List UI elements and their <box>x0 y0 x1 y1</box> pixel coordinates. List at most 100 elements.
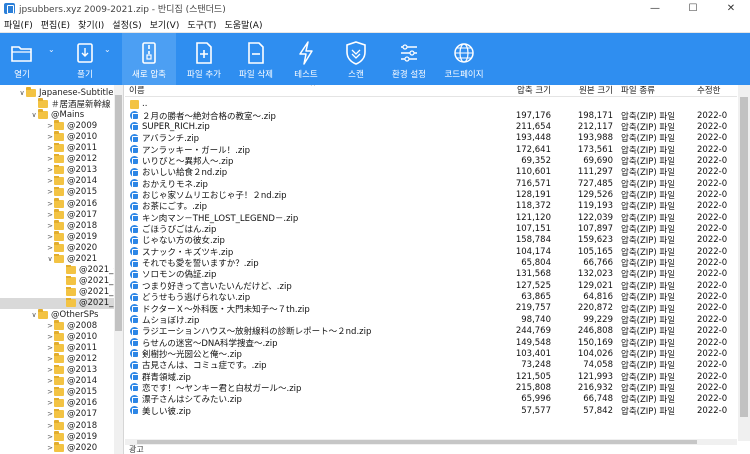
table-row[interactable]: SUPER_RICH.zip 211,654 212,117 압축(ZIP) 파일 20… <box>125 121 737 133</box>
chevron-right-icon[interactable]: > <box>46 188 54 196</box>
menu-help[interactable]: 도움말(A) <box>220 18 266 31</box>
tree-item[interactable]: ∨ @Mains <box>0 109 114 120</box>
table-row[interactable]: おかえりモネ.zip 716,571 727,485 압축(ZIP) 파일 2022-0 <box>125 178 737 190</box>
maximize-button[interactable]: ☐ <box>674 0 712 17</box>
minimize-button[interactable]: — <box>636 0 674 17</box>
add-file-button[interactable]: 파일 추가 <box>178 33 230 85</box>
settings-button[interactable]: 환경 설정 <box>382 33 436 85</box>
chevron-right-icon[interactable]: > <box>46 322 54 330</box>
menu-settings[interactable]: 설정(S) <box>108 18 145 31</box>
table-row[interactable]: じゃない方の彼女.zip 158,784 159,623 압축(ZIP) 파일 2022… <box>125 235 737 246</box>
tree-item[interactable]: > @2013 <box>0 164 114 176</box>
tree-item[interactable]: ∨ @2021 <box>0 253 114 265</box>
chevron-right-icon[interactable]: > <box>46 200 54 208</box>
menu-file[interactable]: 파일(F) <box>0 18 37 31</box>
table-row[interactable]: お茶にごす。.zip 118,372 119,193 압축(ZIP) 파일 2022-0 <box>125 201 737 212</box>
tree-item[interactable]: > @2018 <box>0 220 114 231</box>
table-row[interactable]: つまり好きって言いたいんだけど、.zip 127,525 129,021 압축(ZIP… <box>125 280 737 292</box>
tree-item[interactable]: > @2016 <box>0 397 114 409</box>
chevron-right-icon[interactable]: > <box>46 377 54 385</box>
tree-item[interactable]: > @2019 <box>0 231 114 242</box>
column-compressed-header[interactable]: 압축 크기 <box>505 85 551 97</box>
chevron-right-icon[interactable]: > <box>46 366 54 374</box>
table-row[interactable]: ソロモンの偽証.zip 131,568 132,023 압축(ZIP) 파일 2022-… <box>125 269 737 280</box>
chevron-right-icon[interactable]: > <box>46 211 54 219</box>
close-button[interactable]: ✕ <box>712 0 750 17</box>
tree-item[interactable]: > @2014 <box>0 175 114 187</box>
chevron-down-icon[interactable]: ∨ <box>30 311 38 319</box>
tree-item[interactable]: > @2020 <box>0 442 114 453</box>
tree-item[interactable]: @2021_07-0 <box>0 286 114 298</box>
chevron-down-icon[interactable]: ∨ <box>18 89 26 97</box>
chevron-right-icon[interactable]: > <box>46 233 54 241</box>
table-row[interactable]: 古見さんは、コミュ症です。.zip 73,248 74,058 압축(ZIP) 파일 2… <box>125 360 737 371</box>
delete-file-button[interactable]: 파일 삭제 <box>230 33 282 85</box>
table-row[interactable]: ラジエーションハウス～放射線科の診断レポート～２nd.zip 244,769 246… <box>125 326 737 337</box>
tree-item[interactable]: > @2020 <box>0 242 114 253</box>
menu-view[interactable]: 보기(V) <box>146 18 184 31</box>
chevron-down-icon[interactable]: ∨ <box>30 111 38 119</box>
table-row[interactable]: アンラッキー・ガール！.zip 172,641 173,561 압축(ZIP) 파일 2… <box>125 144 737 156</box>
chevron-right-icon[interactable]: > <box>46 333 54 341</box>
tree-item[interactable]: ∨ @OtherSPs <box>0 309 114 320</box>
table-row[interactable]: 群青領域.zip 121,505 121,993 압축(ZIP) 파일 2022-0 <box>125 371 737 383</box>
menu-find[interactable]: 찾기(I) <box>74 18 108 31</box>
tree-scrollbar-thumb[interactable] <box>115 95 122 331</box>
table-row[interactable]: キン肉マン－THE_LOST_LEGEND－.zip 121,120 122,039… <box>125 212 737 224</box>
table-row[interactable]: いりびと～異邦人～.zip 69,352 69,690 압축(ZIP) 파일 2022-… <box>125 155 737 167</box>
tree-item[interactable]: > @2017 <box>0 408 114 420</box>
open-button[interactable]: 열기 <box>0 33 44 85</box>
table-row[interactable]: ２月の勝者～絶対合格の教室～.zip 197,176 198,171 압축(ZIP) … <box>125 110 737 122</box>
new-archive-button[interactable]: 새로 압축 <box>122 33 176 85</box>
column-modified-header[interactable]: 수정한 <box>689 85 737 97</box>
chevron-right-icon[interactable]: > <box>46 155 54 163</box>
table-row[interactable]: それでも愛を誓いますか？.zip 65,804 66,766 압축(ZIP) 파일 20… <box>125 257 737 269</box>
chevron-right-icon[interactable]: > <box>46 388 54 396</box>
tree-item[interactable]: > @2010 <box>0 131 114 142</box>
tree-item[interactable]: ∨ Japanese-Subtitles <box>0 87 114 98</box>
tree-item[interactable]: > @2012 <box>0 353 114 364</box>
chevron-right-icon[interactable]: > <box>46 222 54 230</box>
tree-item[interactable]: @2021_10- <box>0 297 114 309</box>
table-row[interactable]: 恋です！～ヤンキー君と白杖ガール～.zip 215,808 216,932 압축(ZI… <box>125 382 737 394</box>
chevron-right-icon[interactable]: > <box>46 122 54 130</box>
list-vertical-scrollbar-thumb[interactable] <box>740 97 748 417</box>
menu-edit[interactable]: 편집(E) <box>37 18 74 31</box>
table-row[interactable]: 剣樹抄～光圀公と俺～.zip 103,401 104,026 압축(ZIP) 파일 20… <box>125 348 737 360</box>
chevron-down-icon[interactable]: ∨ <box>46 255 54 263</box>
chevron-right-icon[interactable]: > <box>46 433 54 441</box>
list-vertical-scrollbar[interactable] <box>738 85 750 441</box>
scan-button[interactable]: 스캔 <box>330 33 382 85</box>
tree-item[interactable]: > @2015 <box>0 386 114 398</box>
tree-item[interactable]: > @2016 <box>0 198 114 209</box>
chevron-right-icon[interactable]: > <box>46 410 54 418</box>
column-type-header[interactable]: 파일 종류 <box>613 85 689 97</box>
table-row[interactable]: おじゃ家ソムリエおじゃ子！２nd.zip 128,191 129,526 압축(ZIP… <box>125 189 737 201</box>
chevron-right-icon[interactable]: > <box>46 399 54 407</box>
tree-scrollbar[interactable] <box>114 85 123 454</box>
chevron-right-icon[interactable]: > <box>46 166 54 174</box>
tree-item[interactable]: > @2008 <box>0 320 114 331</box>
chevron-right-icon[interactable]: > <box>46 177 54 185</box>
chevron-right-icon[interactable]: > <box>46 444 54 452</box>
tree-item[interactable]: > @2009 <box>0 120 114 131</box>
table-row[interactable]: らせんの迷宮～DNA科学捜査～.zip 149,548 150,169 압축(ZIP)… <box>125 337 737 349</box>
chevron-right-icon[interactable]: > <box>46 344 54 352</box>
tree-item[interactable]: > @2013 <box>0 364 114 376</box>
table-row[interactable]: おいしい給食２nd.zip 110,601 111,297 압축(ZIP) 파일 202… <box>125 167 737 178</box>
extract-button[interactable]: 풀기 <box>54 33 116 85</box>
extract-dropdown-icon[interactable]: ⌄ <box>104 45 111 54</box>
tree-item[interactable]: @2021_01-0 <box>0 264 114 276</box>
table-row[interactable]: 美しい彼.zip 57,577 57,842 압축(ZIP) 파일 2022-0 <box>125 405 737 417</box>
table-row[interactable]: ごほうびごはん.zip 107,151 107,897 압축(ZIP) 파일 2022-… <box>125 223 737 235</box>
codepage-button[interactable]: 코드페이지 <box>436 33 492 85</box>
tree-item[interactable]: > @2012 <box>0 153 114 165</box>
table-row[interactable]: スナック・キズツキ.zip 104,174 105,165 압축(ZIP) 파일 202… <box>125 246 737 258</box>
tree-item[interactable]: > @2015 <box>0 186 114 198</box>
table-row[interactable]: ドクターＸ～外科医・大門未知子～７th.zip 219,757 220,872 압축(… <box>125 303 737 315</box>
table-row[interactable]: アバランチ.zip 193,448 193,988 압축(ZIP) 파일 2022-0 <box>125 133 737 144</box>
chevron-right-icon[interactable]: > <box>46 133 54 141</box>
chevron-right-icon[interactable]: > <box>46 244 54 252</box>
tree-item[interactable]: > @2017 <box>0 209 114 220</box>
chevron-right-icon[interactable]: > <box>46 144 54 152</box>
